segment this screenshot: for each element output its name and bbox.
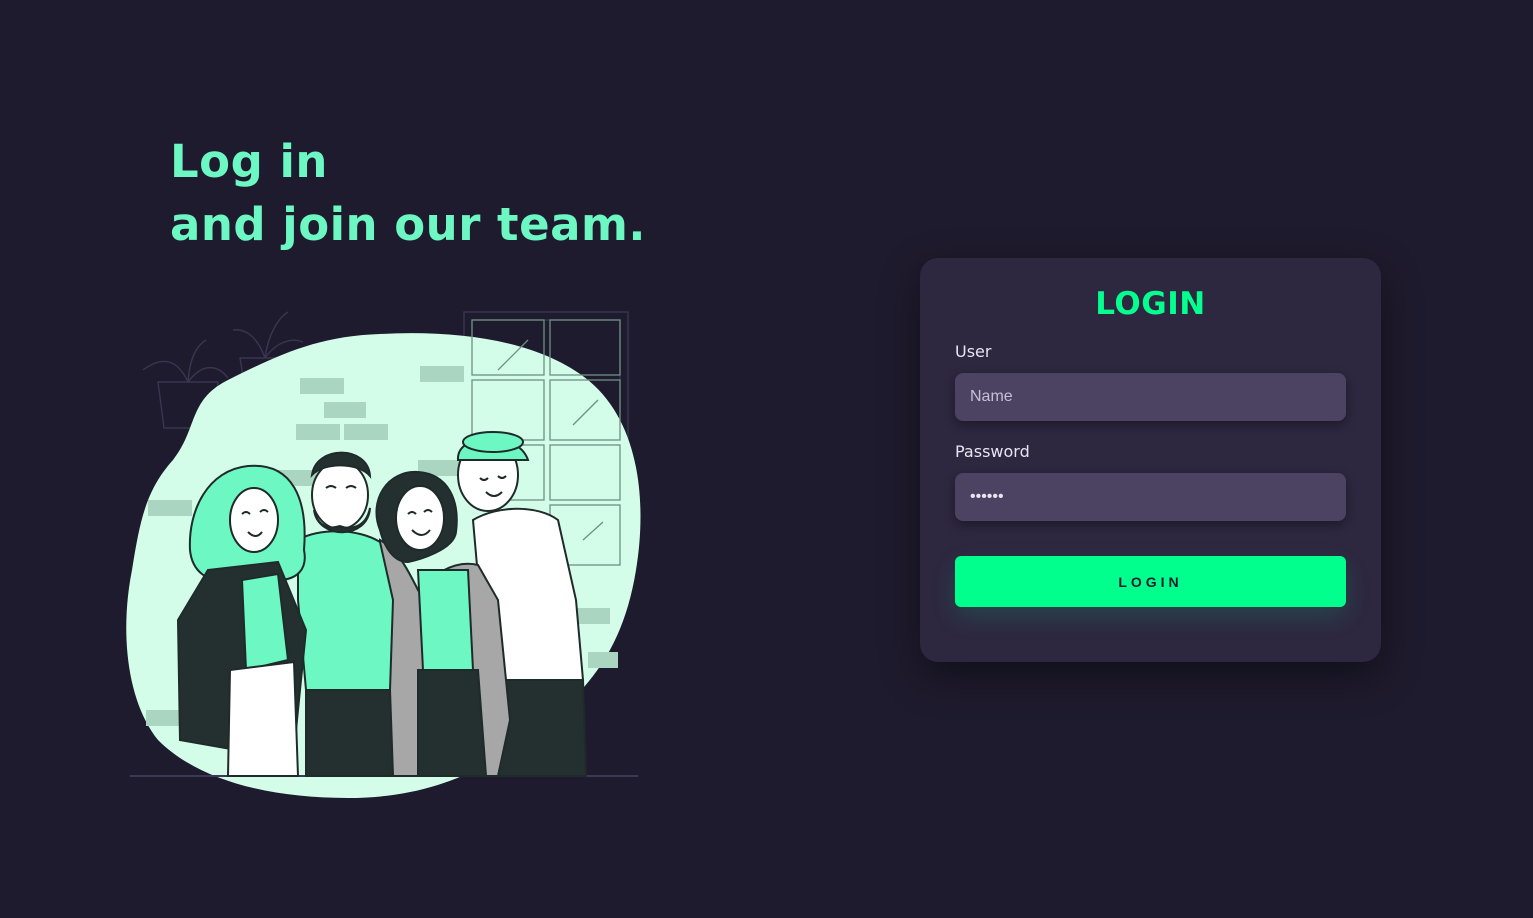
login-page: Log in and join our team. LOGIN User Nam… [0,0,1533,918]
person-green-hair [176,464,308,777]
hero-line-2: and join our team. [170,198,646,251]
password-input[interactable] [955,473,1346,521]
user-name-input[interactable] [955,373,1346,421]
login-button[interactable]: LOGIN [955,556,1346,607]
login-card: LOGIN User Password LOGIN [920,258,1381,662]
hero-headline: Log in and join our team. [170,130,646,256]
password-label: Password [955,442,1030,461]
team-people-illustration [126,311,641,798]
user-label: User [955,342,992,361]
login-card-title: LOGIN [1095,286,1206,322]
hero-line-1: Log in [170,135,328,188]
